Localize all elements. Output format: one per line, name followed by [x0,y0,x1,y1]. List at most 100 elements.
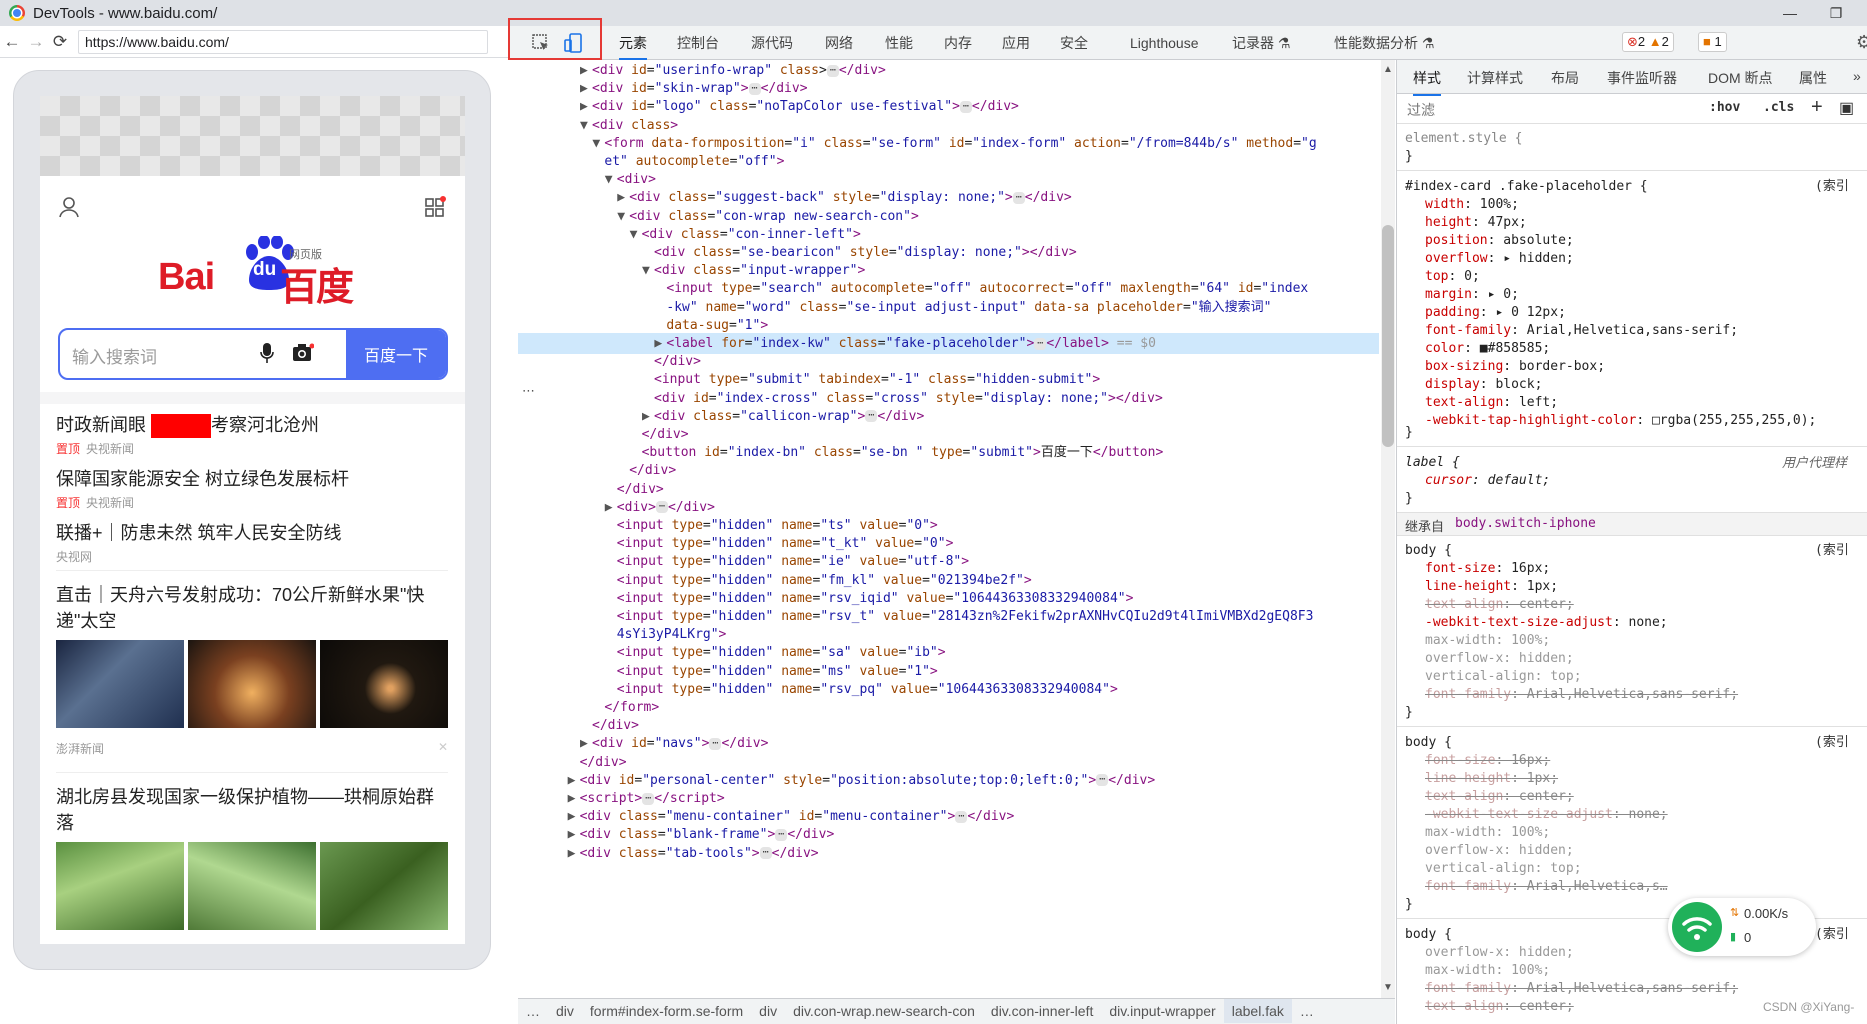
news-item[interactable]: 保障国家能源安全 树立绿色发展标杆 置顶 央视新闻 [56,466,448,511]
breadcrumb-item[interactable]: label.fak [1223,999,1292,1023]
news-title[interactable]: 湖北房县发现国家一级保护植物——珙桐原始群落 [56,784,448,836]
expand-toggle-icon[interactable]: ▶ [568,843,580,864]
news-image[interactable] [188,842,316,930]
css-declaration-inactive[interactable]: vertical-align: top; [1425,668,1582,686]
tab-recorder[interactable]: 记录器 ⚗ [1232,26,1290,60]
css-declaration-overridden[interactable]: line-height: 1px; [1425,770,1558,788]
news-title[interactable]: 联播+｜防患未然 筑牢人民安全防线 [56,520,448,546]
tab-layout[interactable]: 布局 [1551,68,1579,88]
grid-menu-icon[interactable] [424,196,446,218]
css-declaration[interactable]: text-align: left; [1425,394,1558,412]
breadcrumb-item[interactable]: div [751,999,785,1023]
tab-computed[interactable]: 计算样式 [1467,68,1523,88]
rule-selector-body[interactable]: body { [1405,734,1452,752]
css-declaration-inactive[interactable]: overflow-x: hidden; [1425,944,1574,962]
elements-scroll-thumb[interactable] [1382,225,1394,447]
news-image[interactable] [56,842,184,930]
scroll-down-icon[interactable]: ▼ [1383,982,1393,993]
more-tabs-icon[interactable]: » [1853,68,1861,84]
css-declaration[interactable]: display: block; [1425,376,1542,394]
news-title[interactable]: 时政新闻眼 [56,415,146,435]
css-declaration-overridden[interactable]: -webkit-text-size-adjust: none; [1425,806,1668,824]
tab-console[interactable]: 控制台 [677,26,719,60]
hov-toggle[interactable]: :hov [1709,100,1740,115]
search-box[interactable]: 输入搜索词 百度一下 [58,328,448,380]
minimize-icon[interactable]: — [1767,0,1813,26]
rule-selector-body[interactable]: body { [1405,542,1452,560]
news-image[interactable] [188,640,316,728]
settings-gear-icon[interactable]: ⚙ [1856,32,1867,53]
cls-toggle[interactable]: .cls [1763,100,1794,115]
css-declaration-overridden[interactable]: font-family: Arial,Helvetica,sans-serif; [1425,686,1738,704]
css-declaration-overridden[interactable]: font-size: 16px; [1425,752,1550,770]
css-declaration[interactable]: cursor: default; [1425,472,1550,490]
reload-icon[interactable]: ⟳ [48,32,72,52]
add-rule-icon[interactable]: + [1811,96,1823,119]
css-declaration-overridden[interactable]: text-align: center; [1425,998,1574,1016]
css-declaration[interactable]: line-height: 1px; [1425,578,1558,596]
tab-memory[interactable]: 内存 [944,26,972,60]
tab-event-listeners[interactable]: 事件监听器 [1607,68,1677,88]
news-images[interactable] [56,842,448,930]
news-item[interactable]: 时政新闻眼 考察河北沧州 置顶 央视新闻 [56,412,448,457]
css-declaration-inactive[interactable]: overflow-x: hidden; [1425,650,1574,668]
rule-source-link[interactable]: (索引 [1815,926,1849,944]
elements-dom-tree[interactable]: ▶ <div id="userinfo-wrap" class> ⋯ </div> ▶ <… [518,60,1379,998]
url-input[interactable]: https://www.baidu.com/ [78,29,488,54]
tab-dom-breakpoints[interactable]: DOM 断点 [1708,68,1773,88]
dom-node[interactable]: ▶ <div class="tab-tools"> ⋯ </div> [518,843,819,864]
news-title-continued[interactable]: 考察河北沧州 [211,415,319,435]
rule-element-style[interactable]: element.style { [1405,130,1522,148]
news-image[interactable] [320,640,448,728]
tab-styles[interactable]: 样式 [1413,68,1441,96]
css-declaration[interactable]: box-sizing: border-box; [1425,358,1605,376]
tab-lighthouse[interactable]: Lighthouse [1130,26,1199,60]
microphone-icon[interactable] [260,342,274,367]
css-declaration[interactable]: height: 47px; [1425,214,1527,232]
scroll-up-icon[interactable]: ▲ [1383,64,1393,75]
tab-security[interactable]: 安全 [1060,26,1088,60]
tab-performance[interactable]: 性能 [885,26,913,60]
tab-performance-insights[interactable]: 性能数据分析 ⚗ [1334,26,1434,60]
styles-filter-input[interactable]: 过滤 [1407,100,1435,120]
css-declaration-inactive[interactable]: vertical-align: top; [1425,860,1582,878]
search-button[interactable]: 百度一下 [346,330,446,378]
css-declaration-inactive[interactable]: max-width: 100%; [1425,824,1550,842]
breadcrumb-item[interactable]: form#index-form.se-form [582,999,751,1023]
css-declaration-inactive[interactable]: max-width: 100%; [1425,962,1550,980]
error-warning-counter[interactable]: ⊗2 ▲2 [1622,32,1674,52]
css-declaration[interactable]: overflow: ▸ hidden; [1425,250,1574,268]
breadcrumb-item[interactable]: div.con-wrap.new-search-con [785,999,983,1023]
css-declaration[interactable]: color: ■#858585; [1425,340,1550,358]
css-declaration[interactable]: font-size: 16px; [1425,560,1550,578]
tab-application[interactable]: 应用 [1002,26,1030,60]
breadcrumb-item[interactable]: div.con-inner-left [983,999,1101,1023]
css-declaration[interactable]: position: absolute; [1425,232,1574,250]
breadcrumb-item[interactable]: … [1292,999,1322,1023]
css-declaration[interactable]: padding: ▸ 0 12px; [1425,304,1566,322]
tab-network[interactable]: 网络 [825,26,853,60]
css-declaration-inactive[interactable]: max-width: 100%; [1425,632,1550,650]
back-icon[interactable]: ← [0,32,24,52]
news-title[interactable]: 直击｜天舟六号发射成功：70公斤新鲜水果"快递"太空 [56,582,448,634]
css-declaration[interactable]: -webkit-text-size-adjust: none; [1425,614,1668,632]
breadcrumb-item[interactable]: … [518,999,548,1023]
css-declaration-overridden[interactable]: font-family: Arial,Helvetica,sans-serif; [1425,980,1738,998]
breadcrumb-item[interactable]: div [548,999,582,1023]
more-options-icon[interactable]: ⋯ [522,383,535,399]
css-declaration-overridden[interactable]: font-family: Arial,Helvetica,s… [1425,878,1668,896]
css-declaration[interactable]: margin: ▸ 0; [1425,286,1519,304]
breadcrumb-item[interactable]: div.input-wrapper [1101,999,1223,1023]
user-icon[interactable] [58,196,80,218]
issues-counter[interactable]: ■ 1 [1698,32,1727,52]
news-images[interactable] [56,640,448,728]
css-declaration-inactive[interactable]: overflow-x: hidden; [1425,842,1574,860]
rule-source-link[interactable]: (索引 [1815,734,1849,752]
news-item[interactable]: 湖北房县发现国家一级保护植物——珙桐原始群落 [56,784,448,930]
color-palette-icon[interactable]: ▣ [1839,98,1854,118]
tab-elements[interactable]: 元素 [619,26,647,60]
rule-source-link[interactable]: (索引 [1815,542,1849,560]
news-title[interactable]: 保障国家能源安全 树立绿色发展标杆 [56,466,448,492]
network-speed-widget[interactable]: ⇅ 0.00K/s ▮ 0 [1668,898,1816,956]
css-declaration-overridden[interactable]: text-align: center; [1425,596,1574,614]
